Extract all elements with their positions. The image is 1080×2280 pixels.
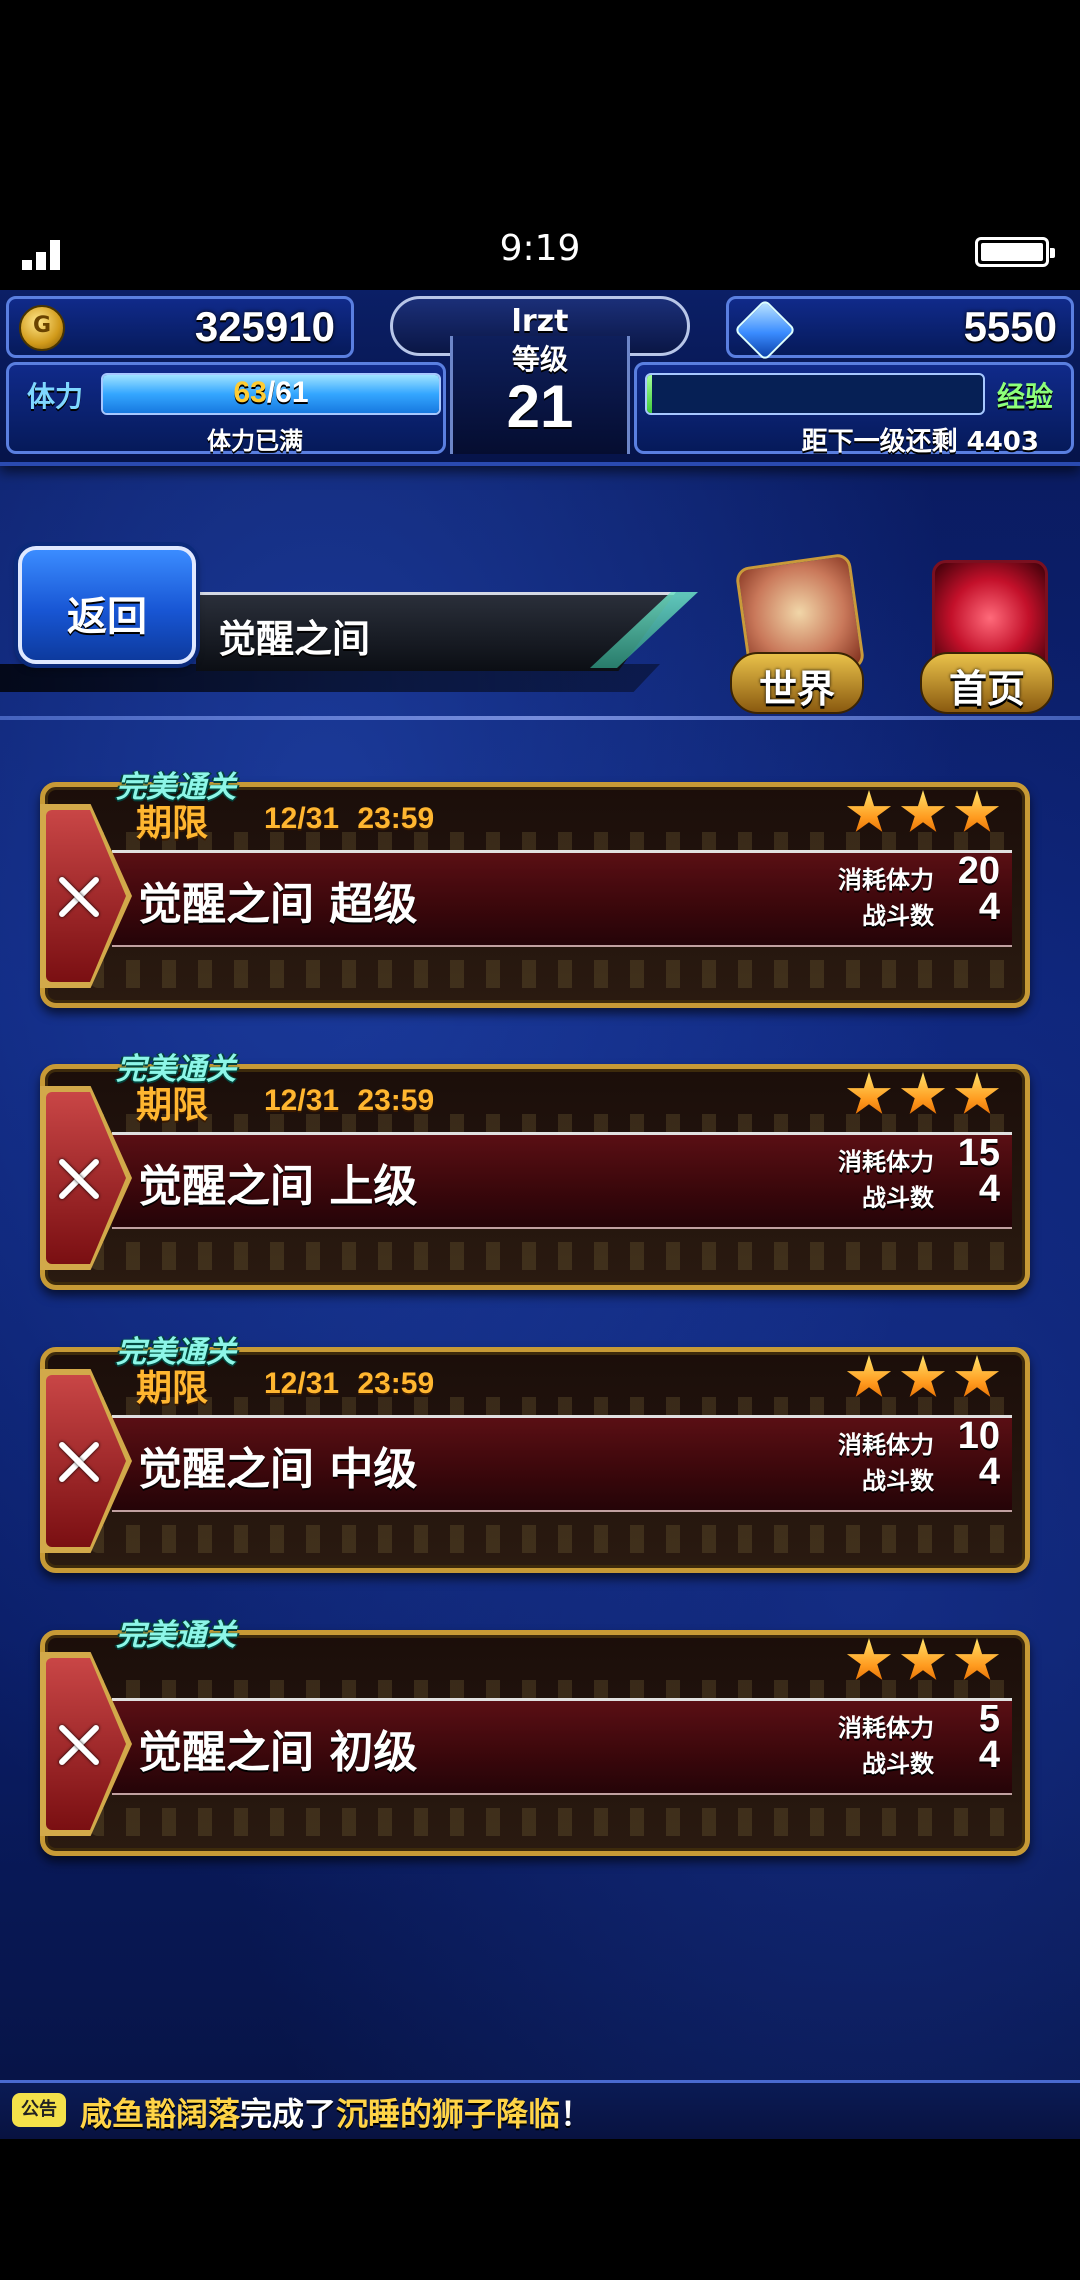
announcement-text: 咸鱼豁阔落完成了沉睡的狮子降临！ [80, 2089, 592, 2135]
home-label: 首页 [948, 667, 1025, 711]
quest-ornament [90, 1525, 1016, 1553]
player-level-plate[interactable]: lrzt 等级 21 [368, 296, 712, 454]
game-screen: G 325910 5550 体力 63/61 体力已满 经验 距下一级还剩 44… [0, 290, 1080, 2090]
announcement-event: 沉睡的狮子降临 [336, 2095, 561, 2133]
world-button[interactable]: 世界 [722, 552, 872, 714]
star-rating [838, 790, 1000, 840]
deadline: 12/31 23:59 [264, 802, 435, 835]
quest-item[interactable]: 完美通关 期限 12/31 23:59 觉醒之间 上级 消耗体力 战斗数 15 … [40, 1044, 1030, 1290]
level-value: 21 [506, 373, 574, 440]
perfect-clear-badge: 完美通关 [116, 1618, 236, 1653]
announcement-player: 咸鱼豁阔落 [80, 2095, 241, 2133]
star-rating [838, 1638, 1000, 1688]
star-icon [846, 790, 892, 832]
gem-icon [733, 298, 797, 362]
quest-ornament [90, 960, 1016, 988]
quest-item[interactable]: 完美通关 期限 12/31 23:59 觉醒之间 中级 消耗体力 战斗数 10 … [40, 1327, 1030, 1573]
exp-label: 经验 [996, 380, 1053, 413]
deadline: 12/31 23:59 [264, 1084, 435, 1117]
back-button[interactable]: 返回 [18, 546, 196, 664]
limit-label: 期限 [136, 1368, 209, 1409]
announcement-end: ！ [560, 2095, 593, 2133]
quest-name: 觉醒之间 超级 [138, 879, 418, 930]
battles-value: 4 [978, 1168, 1000, 1210]
quest-name: 觉醒之间 中级 [138, 1444, 418, 1495]
quest-ornament [90, 1808, 1016, 1836]
quest-item[interactable]: 完美通关 觉醒之间 初级 消耗体力 战斗数 5 4 [40, 1610, 1030, 1856]
gem-panel[interactable]: 5550 [726, 296, 1074, 362]
world-label: 世界 [758, 667, 835, 711]
page-title: 觉醒之间 [218, 617, 371, 661]
announcement-middle: 完成了 [240, 2095, 337, 2133]
status-time: 9:19 [499, 228, 581, 269]
player-hud: G 325910 5550 体力 63/61 体力已满 经验 距下一级还剩 44… [0, 290, 1080, 466]
battle-swords-icon [56, 1156, 102, 1202]
star-icon [954, 1638, 1000, 1680]
star-icon [954, 1355, 1000, 1397]
announcement-badge: 公告 [12, 2093, 66, 2127]
gil-panel: G 325910 [6, 296, 354, 358]
limit-label: 期限 [136, 1085, 209, 1126]
stamina-status: 体力已满 [207, 427, 303, 455]
cost-label: 消耗体力 [838, 866, 934, 894]
battles-label: 战斗数 [862, 1467, 934, 1495]
battles-value: 4 [978, 1734, 1000, 1776]
star-icon [900, 790, 946, 832]
player-name: lrzt [511, 304, 569, 339]
star-icon [846, 1638, 892, 1680]
star-icon [900, 1355, 946, 1397]
star-icon [846, 1355, 892, 1397]
back-button-label: 返回 [67, 594, 147, 640]
exp-remaining: 距下一级还剩 4403 [801, 427, 1039, 457]
battle-swords-icon [56, 874, 102, 920]
gil-amount: 325910 [194, 303, 335, 350]
home-button[interactable]: 首页 [912, 560, 1062, 714]
battles-label: 战斗数 [862, 1750, 934, 1778]
battles-label: 战斗数 [862, 902, 934, 930]
gil-coin-icon: G [19, 305, 65, 351]
star-icon [900, 1638, 946, 1680]
quest-item[interactable]: 完美通关 期限 12/31 23:59 觉醒之间 超级 消耗体力 战斗数 20 … [40, 762, 1030, 1008]
quest-name: 觉醒之间 上级 [138, 1161, 418, 1212]
stamina-label: 体力 [27, 380, 84, 413]
quest-ornament [90, 1242, 1016, 1270]
star-icon [900, 1072, 946, 1114]
header-divider [0, 716, 1080, 720]
cost-label: 消耗体力 [838, 1714, 934, 1742]
star-rating [838, 1072, 1000, 1122]
battles-value: 4 [978, 886, 1000, 928]
deadline: 12/31 23:59 [264, 1367, 435, 1400]
limit-label: 期限 [136, 803, 209, 844]
cost-label: 消耗体力 [838, 1148, 934, 1176]
star-icon [954, 790, 1000, 832]
battle-swords-icon [56, 1439, 102, 1485]
battles-value: 4 [978, 1451, 1000, 1493]
announcement-bar[interactable]: 公告 咸鱼豁阔落完成了沉睡的狮子降临！ [0, 2080, 1080, 2139]
quest-name: 觉醒之间 初级 [138, 1727, 418, 1778]
cost-label: 消耗体力 [838, 1431, 934, 1459]
star-icon [846, 1072, 892, 1114]
battle-swords-icon [56, 1722, 102, 1768]
status-bar: 9:19 [0, 0, 1080, 290]
gem-amount: 5550 [963, 303, 1057, 350]
battery-icon [975, 237, 1055, 267]
star-icon [954, 1072, 1000, 1114]
battles-label: 战斗数 [862, 1184, 934, 1212]
star-rating [838, 1355, 1000, 1405]
